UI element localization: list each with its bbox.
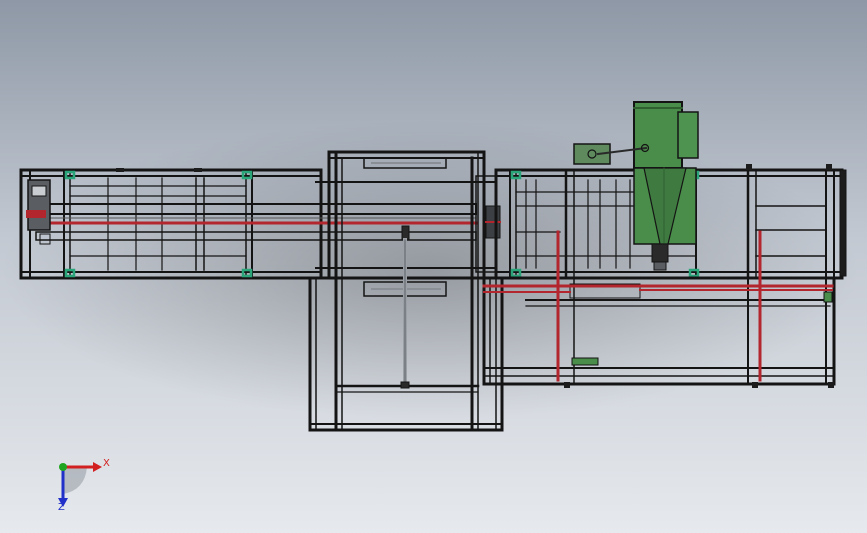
right-end-post: [839, 169, 847, 277]
machine-shadow: [0, 120, 860, 420]
triad-z-label: Z: [58, 502, 65, 513]
cad-viewport[interactable]: [0, 0, 867, 533]
triad-x-label: X: [103, 458, 110, 469]
triad-y-axis: [59, 463, 67, 471]
